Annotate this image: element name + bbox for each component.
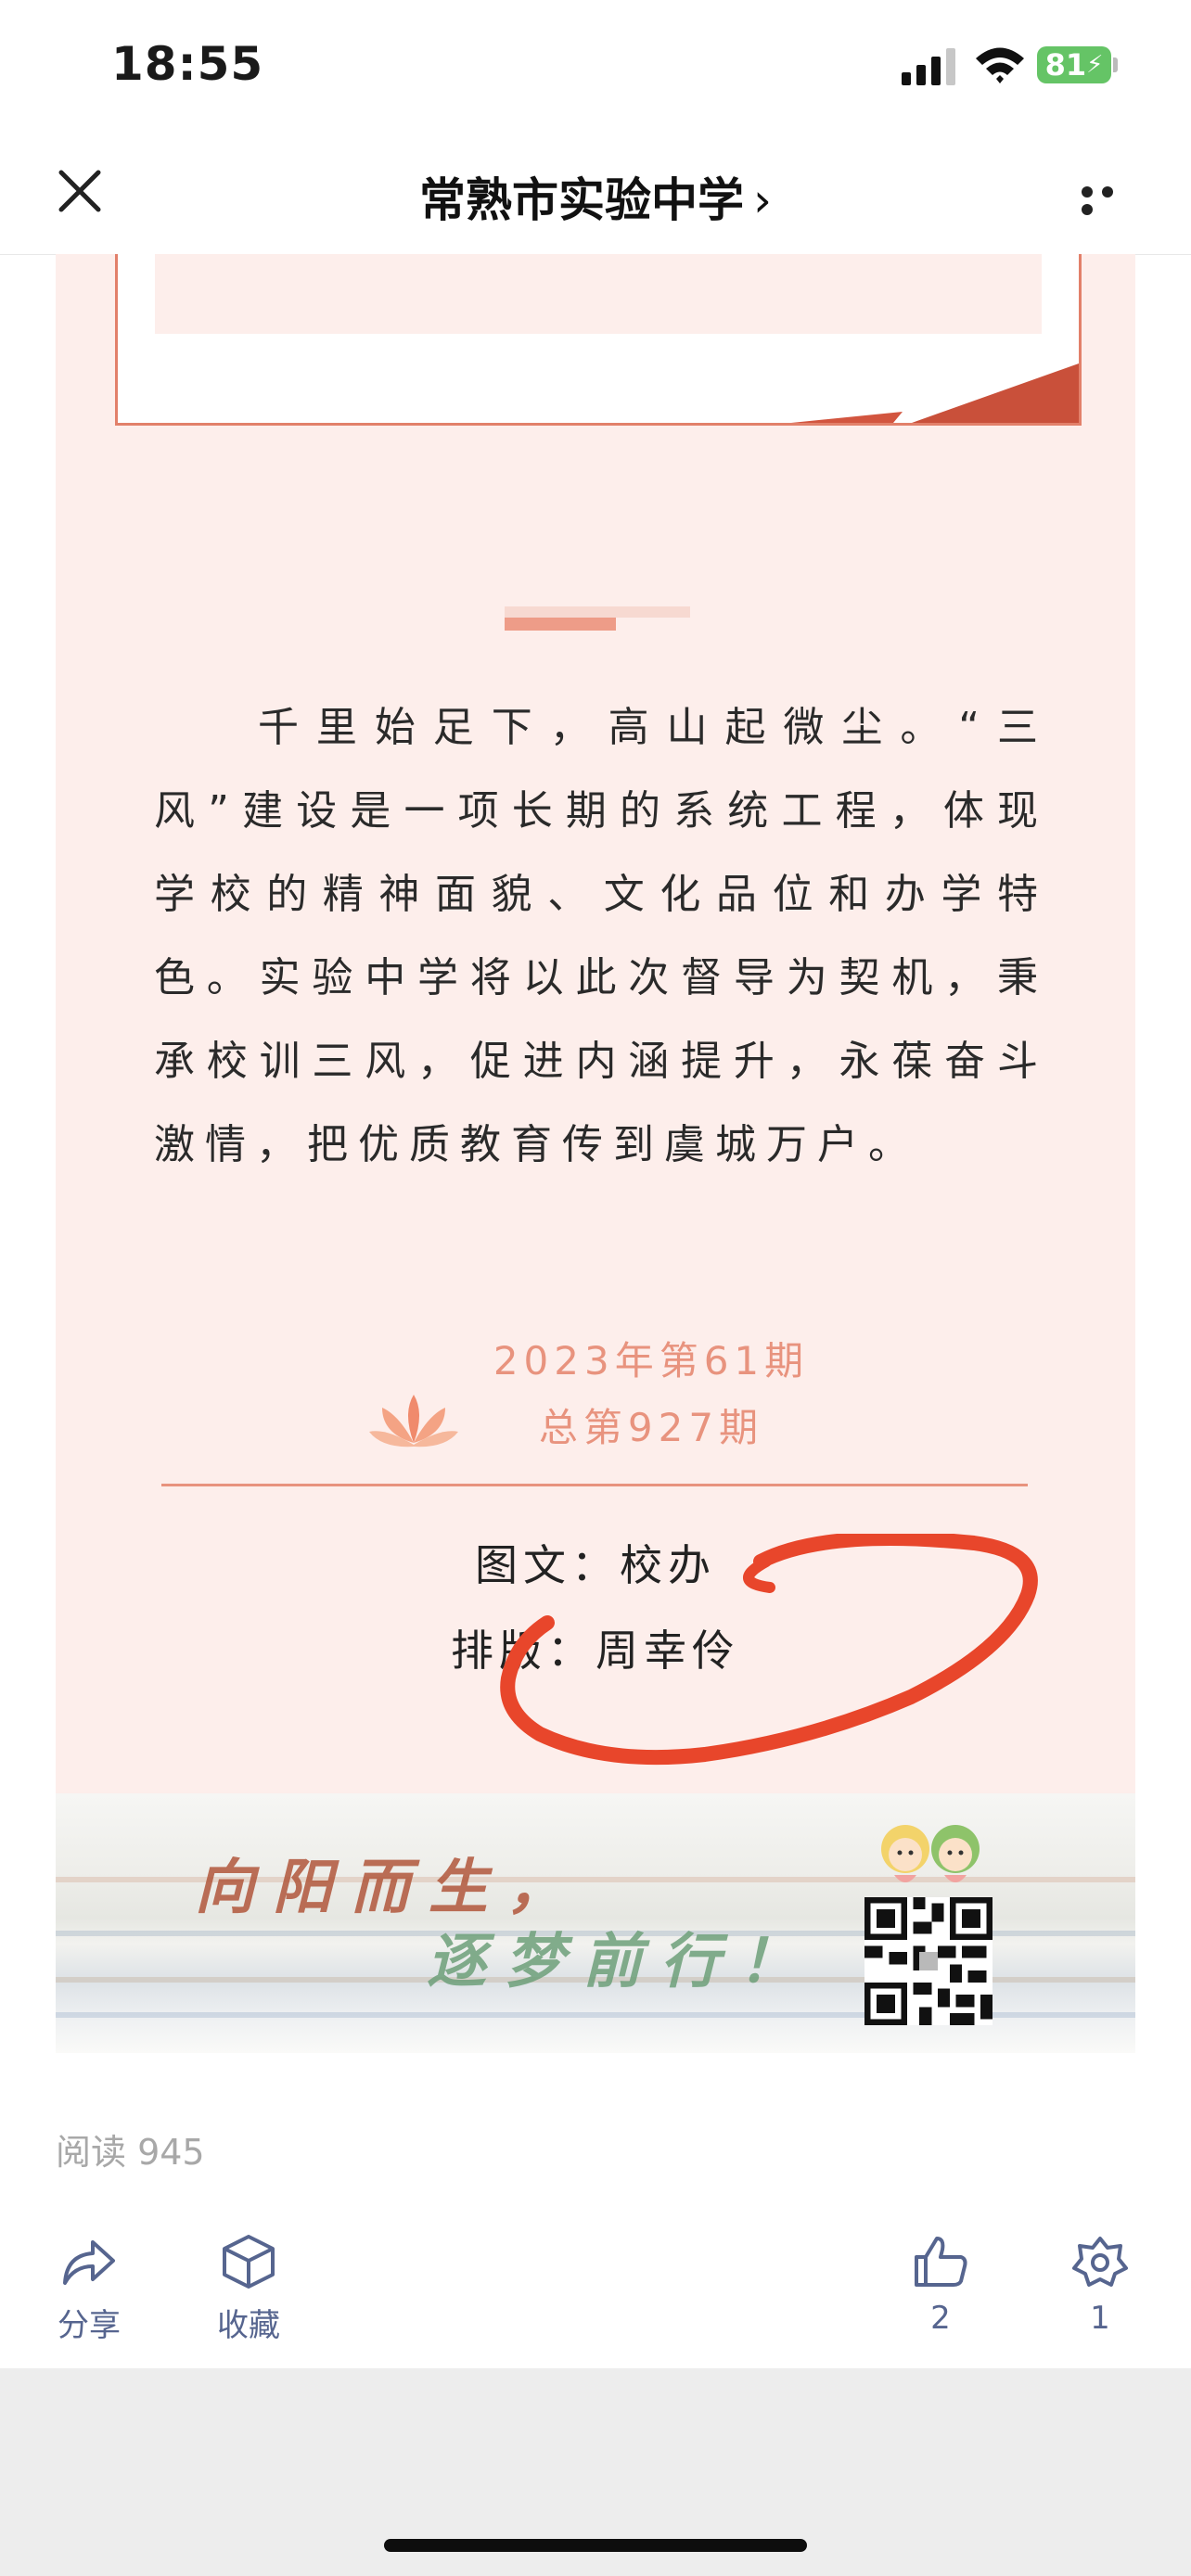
issue-total: 总第927期: [538, 1405, 764, 1450]
qr-code-icon: [864, 1897, 992, 2025]
home-indicator[interactable]: [384, 2539, 807, 2552]
article-paragraph-text: 千里始足下，高山起微尘。“三风”建设是一项长期的系统工程，体现学校的精神面貌、文…: [154, 704, 1048, 1168]
banner-slogan-line1: 向阳而生，: [195, 1853, 584, 1922]
cube-icon: [223, 2235, 275, 2289]
article-body: 千里始足下，高山起微尘。“三风”建设是一项长期的系统工程，体现学校的精神面貌、文…: [56, 254, 1135, 1793]
favorite-label: 收藏: [217, 2307, 280, 2344]
wifi-icon: [976, 47, 1024, 83]
section-divider-bar: [505, 606, 690, 631]
account-title[interactable]: 常熟市实验中学 ›: [0, 163, 1191, 230]
like-button[interactable]: 2: [885, 2235, 996, 2337]
more-options-icon[interactable]: [1082, 184, 1139, 215]
thumbs-up-icon: [915, 2237, 967, 2287]
wow-button[interactable]: 1: [1044, 2235, 1156, 2337]
cellular-signal-icon: [902, 48, 955, 85]
share-icon: [63, 2240, 115, 2285]
chevron-right-icon: ›: [753, 173, 772, 227]
banner-slogan-line2: 逐梦前行！: [427, 1927, 816, 1996]
status-bar: 18:55 81 ⚡: [0, 0, 1191, 130]
status-time: 18:55: [111, 37, 264, 91]
share-label: 分享: [58, 2307, 121, 2344]
like-count: 2: [930, 2300, 951, 2337]
corner-decoration: [791, 363, 1079, 423]
nav-bar: 常熟市实验中学 ›: [0, 130, 1191, 255]
account-name: 常熟市实验中学: [419, 173, 744, 227]
red-circle-annotation: [500, 1534, 1038, 1766]
banner-image: 向阳而生， 逐梦前行！: [56, 1793, 1135, 2053]
image-frame: [115, 254, 1082, 426]
article-paragraph: 千里始足下，高山起微尘。“三风”建设是一项长期的系统工程，体现学校的精神面貌、文…: [154, 686, 1048, 1187]
divider-line: [161, 1484, 1028, 1486]
favorite-button[interactable]: 收藏: [193, 2235, 304, 2345]
wow-count: 1: [1090, 2300, 1110, 2337]
battery-icon: 81 ⚡: [1037, 46, 1111, 83]
battery-cap: [1113, 57, 1118, 72]
cartoon-characters-icon: [881, 1825, 980, 1882]
image-frame-inner: [155, 254, 1042, 334]
read-count: 阅读 945: [56, 2132, 205, 2173]
battery-level: 81: [1044, 47, 1087, 83]
flower-icon: [1072, 2237, 1128, 2287]
issue-number: 2023年第61期: [493, 1338, 810, 1384]
share-button[interactable]: 分享: [33, 2235, 145, 2345]
